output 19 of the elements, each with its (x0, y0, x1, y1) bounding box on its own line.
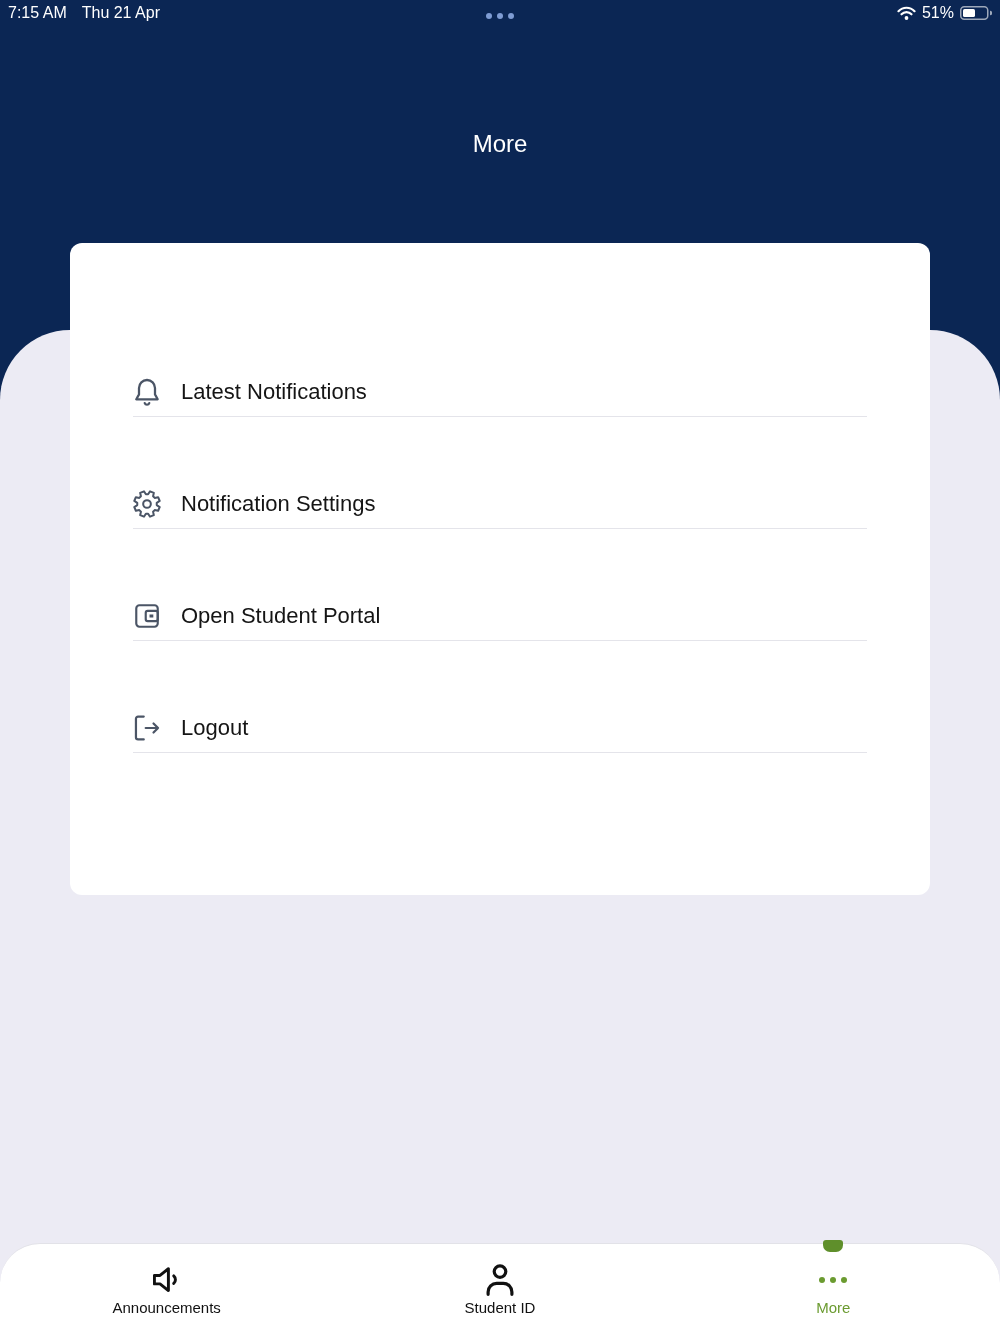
menu-item[interactable]: Latest Notifications (133, 374, 867, 410)
multitasking-dots-icon (486, 13, 514, 19)
logout-icon (134, 715, 160, 741)
wifi-icon (896, 6, 916, 20)
battery-percent: 51% (921, 3, 954, 23)
person-icon (486, 1264, 514, 1296)
menu-item[interactable]: Open Student Portal (133, 598, 867, 634)
tab[interactable]: Student ID (464, 1264, 536, 1316)
bell-icon (135, 378, 159, 406)
status-date: Thu 21 Apr (81, 3, 160, 23)
battery-icon (960, 6, 992, 20)
menu-item[interactable]: Notification Settings (133, 486, 867, 522)
menu-item[interactable]: Logout (133, 710, 867, 746)
gear-icon (133, 490, 161, 518)
status-time: 7:15 AM (8, 3, 67, 23)
page-title: More (472, 129, 528, 159)
more-dots-icon (819, 1277, 848, 1283)
wallet-icon (135, 604, 159, 628)
tab[interactable]: Announcements (112, 1264, 221, 1316)
